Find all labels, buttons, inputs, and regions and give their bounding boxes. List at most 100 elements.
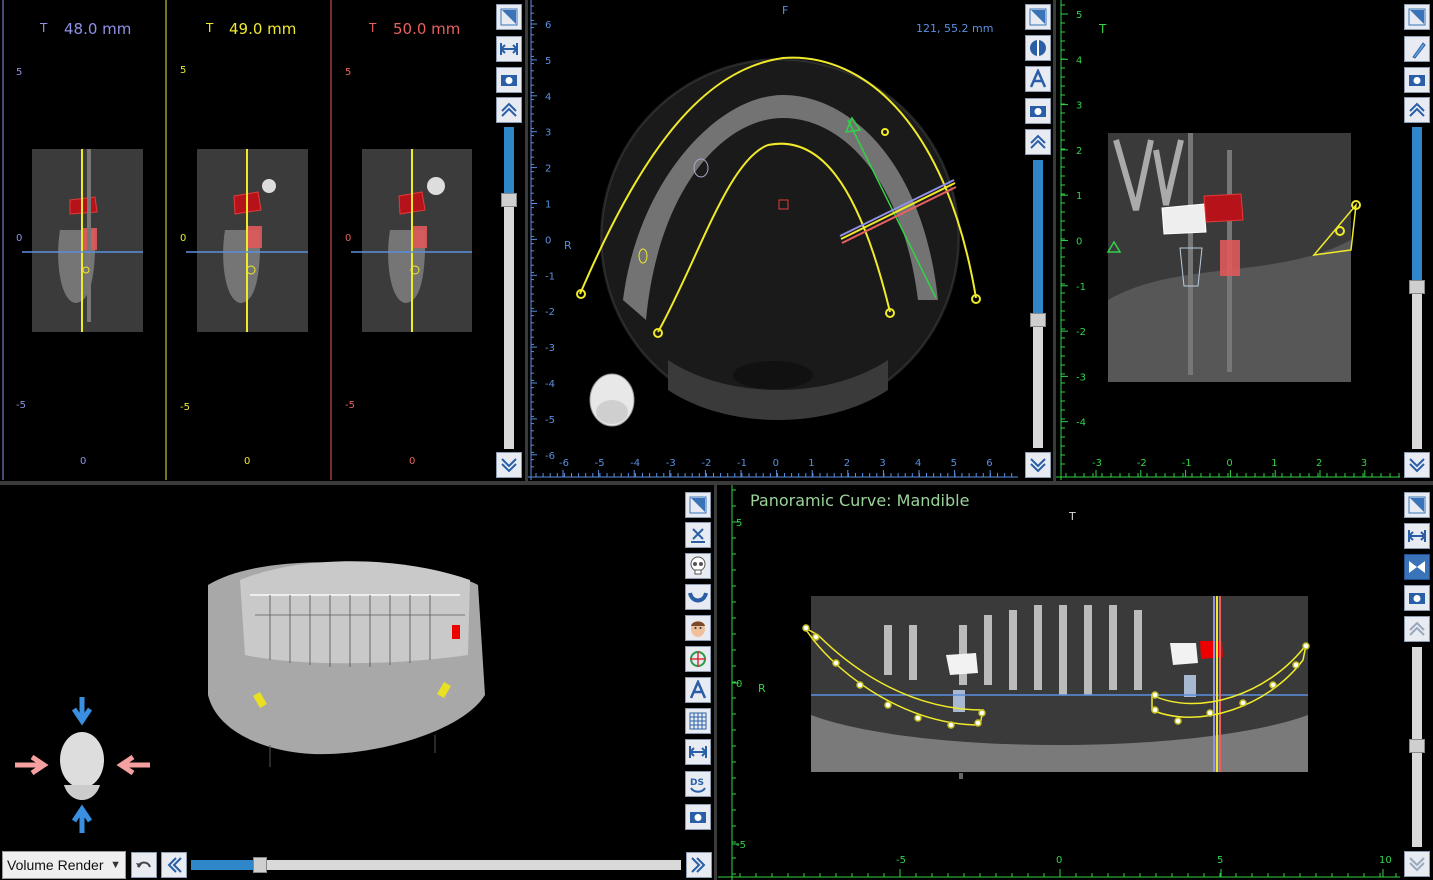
reset-view-button[interactable]: [131, 852, 157, 878]
slider-left-button[interactable]: [161, 852, 187, 878]
cross-section-1: [22, 149, 143, 332]
panoramic-title: Panoramic Curve: Mandible: [750, 491, 970, 510]
panoramic-camera-button[interactable]: [1404, 585, 1430, 611]
volume-annotation-button[interactable]: [685, 677, 711, 703]
panoramic-page-down-button[interactable]: [1404, 851, 1430, 877]
panoramic-crosshair-button[interactable]: [1404, 492, 1430, 518]
axial-y-tick: -3: [545, 343, 555, 354]
axial-page-down-button[interactable]: [1025, 452, 1051, 478]
chevron-down-icon: ▼: [110, 859, 121, 871]
sagittal-slice-scrollbar[interactable]: [1409, 127, 1425, 449]
cross-page-down-button[interactable]: [496, 452, 522, 478]
volume-grid-button[interactable]: [685, 708, 711, 734]
panoramic-canvas: 5 0 -5 -5 0 5 10: [718, 485, 1400, 880]
implant-icon: [1412, 42, 1426, 59]
sagittal-x-tick: -3: [1092, 458, 1102, 469]
axial-panel: 6 5 4 3 2 1 0 -1 -2 -3 -4 -5 -6 -6 -5 -4 -3 -2 -1 0 1 2 3 4 5 6: [528, 0, 1018, 480]
axial-x-tick: 6: [986, 458, 992, 469]
axial-camera-button[interactable]: [1025, 98, 1051, 124]
volume-width-button[interactable]: [685, 739, 711, 765]
cross-width-button[interactable]: [496, 36, 522, 62]
annotation-icon: [1029, 69, 1047, 88]
axial-y-tick: 3: [545, 128, 551, 139]
page-up-icon: [1409, 102, 1425, 117]
sagittal-page-up-button[interactable]: [1404, 97, 1430, 123]
undo-icon: [136, 861, 151, 868]
volume-ds-button[interactable]: DS: [685, 771, 711, 797]
svg-text:DS: DS: [690, 778, 704, 788]
page-down-icon: [1409, 857, 1425, 872]
page-down-icon: [1409, 458, 1425, 473]
sagittal-panel: 5 4 3 2 1 0 -1 -2 -3 -4 -3 -2 -1 0 1 2 3: [1056, 0, 1400, 480]
panoramic-page-up-button[interactable]: [1404, 616, 1430, 642]
axial-top-label: F: [782, 4, 789, 17]
volume-render-panel: [0, 485, 682, 847]
axial-left-label: R: [564, 239, 572, 252]
divider: [714, 485, 717, 880]
axial-x-tick: -1: [737, 458, 747, 469]
skull-icon: [690, 556, 706, 575]
volume-crosshair-button[interactable]: [685, 492, 711, 518]
axial-x-tick: -3: [666, 458, 676, 469]
sagittal-y-tick: 0: [1076, 237, 1082, 248]
face-icon: [691, 621, 705, 637]
sagittal-y-tick: 2: [1076, 146, 1082, 157]
annotation-icon: [689, 680, 707, 699]
sagittal-canvas: 5 4 3 2 1 0 -1 -2 -3 -4 -3 -2 -1 0 1 2 3: [1056, 0, 1400, 480]
camera-icon: [501, 75, 517, 86]
panoramic-scrollbar[interactable]: [1409, 647, 1425, 847]
slider-right-button[interactable]: [686, 852, 712, 878]
cross-section-3: [351, 149, 472, 332]
panoramic-width-button[interactable]: [1404, 523, 1430, 549]
volume-skull-button[interactable]: [685, 553, 711, 579]
view-orientation-widget[interactable]: [15, 697, 150, 833]
axial-x-tick: -6: [559, 458, 569, 469]
cross-camera-button[interactable]: [496, 67, 522, 93]
sagittal-y-tick: 1: [1076, 191, 1082, 202]
sagittal-x-tick: 2: [1316, 458, 1322, 469]
clip-icon: [691, 528, 705, 543]
sagittal-y-tick: -4: [1076, 418, 1086, 429]
axial-y-tick: 4: [545, 92, 551, 103]
panoramic-y-tick: 0: [736, 679, 742, 690]
sagittal-x-tick: -2: [1137, 458, 1147, 469]
panoramic-x-tick: 0: [1056, 855, 1062, 866]
volume-clip-button[interactable]: [685, 522, 711, 548]
sagittal-crosshair-button[interactable]: [1404, 4, 1430, 30]
panoramic-panel: 5 0 -5 -5 0 5 10: [718, 485, 1400, 880]
cross-slice-scrollbar[interactable]: [501, 127, 517, 449]
volume-arch-button[interactable]: [685, 584, 711, 610]
crosshair-icon: [500, 8, 518, 26]
panoramic-x-tick: -5: [896, 855, 906, 866]
axial-y-tick: -6: [545, 451, 555, 462]
jaw-3d-model: [208, 561, 485, 767]
axial-annotation-button[interactable]: [1025, 66, 1051, 92]
cross-page-up-button[interactable]: [496, 97, 522, 123]
sagittal-camera-button[interactable]: [1404, 67, 1430, 93]
axial-x-tick: 4: [915, 458, 921, 469]
sagittal-implant-button[interactable]: [1404, 36, 1430, 62]
axial-slice-scrollbar[interactable]: [1030, 160, 1046, 448]
panoramic-x-tick: 5: [1217, 855, 1223, 866]
sagittal-page-down-button[interactable]: [1404, 452, 1430, 478]
volume-face-button[interactable]: [685, 615, 711, 641]
axial-contrast-button[interactable]: [1025, 35, 1051, 61]
slider-thumb[interactable]: [252, 857, 267, 873]
panoramic-bowtie-button[interactable]: [1404, 554, 1430, 580]
axial-coordinate-readout: 121, 55.2 mm: [916, 22, 994, 35]
axial-crosshair-button[interactable]: [1025, 4, 1051, 30]
axial-page-up-button[interactable]: [1025, 129, 1051, 155]
width-icon: [500, 43, 518, 55]
sagittal-y-tick: 3: [1076, 101, 1082, 112]
panoramic-top-label: T: [1069, 510, 1076, 523]
render-mode-select[interactable]: Volume Render ▼: [2, 851, 126, 879]
width-icon: [689, 746, 707, 758]
axial-x-tick: 3: [879, 458, 885, 469]
sagittal-x-tick: -1: [1182, 458, 1192, 469]
cross-crosshair-button[interactable]: [496, 4, 522, 30]
sagittal-x-tick: 3: [1361, 458, 1367, 469]
axial-y-tick: 6: [545, 20, 551, 31]
volume-slider[interactable]: [191, 857, 681, 873]
volume-orientation-button[interactable]: [685, 646, 711, 672]
volume-camera-button[interactable]: [685, 804, 711, 830]
